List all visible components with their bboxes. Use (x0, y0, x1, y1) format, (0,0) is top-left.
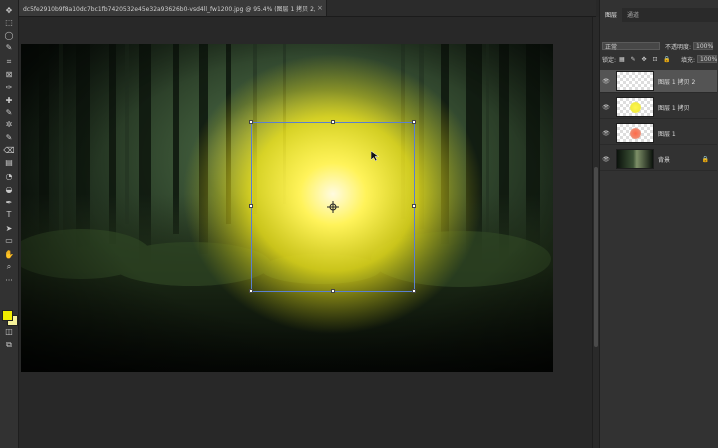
healing-icon[interactable]: ✚ (3, 96, 15, 106)
opacity-label: 不透明度: (665, 43, 692, 51)
blend-mode-select[interactable]: 正常 (602, 42, 660, 51)
quick-select-icon[interactable]: ✎ (3, 43, 15, 53)
lock-row: 锁定: ▦ ✎ ✥ ⊡ 🔒 填充: 100% (602, 54, 717, 64)
fill-field[interactable]: 100% (697, 55, 717, 63)
visibility-eye-icon[interactable]: 👁 (600, 104, 612, 111)
layer-thumbnail (616, 71, 654, 91)
transform-handle-ml[interactable] (249, 204, 253, 208)
blend-mode-value: 正常 (605, 43, 618, 51)
transform-handle-br[interactable] (412, 289, 416, 293)
opacity-field[interactable]: 100% (693, 42, 713, 50)
fill-value: 100% (700, 55, 718, 63)
tab-layers[interactable]: 图层 (600, 8, 623, 22)
transform-handle-tr[interactable] (412, 120, 416, 124)
scrollbar-thumb[interactable] (594, 167, 598, 347)
layers-panel: 图层 通道 正常 不透明度: 100% 锁定: ▦ ✎ ✥ ⊡ 🔒 填充: 10… (599, 0, 718, 448)
blur-icon[interactable]: ◔ (3, 172, 15, 182)
layer-thumbnail (616, 123, 654, 143)
pen-icon[interactable]: ✒ (3, 198, 15, 208)
history-brush-icon[interactable]: ✎ (3, 133, 15, 143)
cursor-icon (371, 151, 379, 161)
panel-tab-bar: 图层 通道 (600, 8, 718, 22)
lasso-icon[interactable]: ◯ (3, 31, 15, 41)
visibility-eye-icon[interactable]: 👁 (600, 130, 612, 137)
document-tab[interactable]: dc5fe2910b9f8a10dc7bc1fb7420532e45e32a93… (19, 0, 327, 16)
layer-thumbnail (616, 149, 654, 169)
more-icon[interactable]: ··· (3, 276, 15, 286)
transform-handle-tl[interactable] (249, 120, 253, 124)
dodge-icon[interactable]: ◒ (3, 185, 15, 195)
type-icon[interactable]: T (3, 210, 15, 220)
layer-thumbnail (616, 97, 654, 117)
visibility-eye-icon[interactable]: 👁 (600, 78, 612, 85)
quick-mask-icon[interactable]: ◫ (3, 327, 15, 337)
layer-row[interactable]: 👁 图层 1 拷贝 (600, 96, 717, 119)
visibility-eye-icon[interactable]: 👁 (600, 156, 612, 163)
screen-mode-icon[interactable]: ⧉ (3, 340, 15, 350)
layer-row[interactable]: 👁 图层 1 (600, 122, 717, 145)
transform-handle-tc[interactable] (331, 120, 335, 124)
vertical-scrollbar[interactable] (592, 17, 599, 448)
move-icon[interactable]: ✥ (3, 6, 15, 16)
fill-label: 填充: (680, 56, 695, 64)
document-title: dc5fe2910b9f8a10dc7bc1fb7420532e45e32a93… (23, 5, 315, 13)
opacity-value: 100% (696, 42, 714, 50)
transform-handle-bl[interactable] (249, 289, 253, 293)
marquee-icon[interactable]: ⬚ (3, 18, 15, 28)
crop-icon[interactable]: ⌗ (3, 57, 15, 67)
canvas-area (19, 17, 592, 448)
brush-icon[interactable]: ✎ (3, 108, 15, 118)
eyedropper-icon[interactable]: ✑ (3, 83, 15, 93)
hand-icon[interactable]: ✋ (3, 250, 15, 260)
layer-name: 图层 1 (658, 130, 676, 138)
document-tab-bar: dc5fe2910b9f8a10dc7bc1fb7420532e45e32a93… (19, 0, 596, 17)
blend-row: 正常 不透明度: 100% (602, 41, 717, 51)
foreground-color-swatch[interactable] (2, 310, 13, 321)
lock-icons[interactable]: ▦ ✎ ✥ ⊡ 🔒 (619, 56, 673, 63)
tools-panel: ✥ ⬚ ◯ ✎ ⌗ ⊠ ✑ ✚ ✎ ✲ ✎ ⌫ ▤ ◔ ◒ ✒ T ➤ ▭ ✋ ⌕ ··· ◫ ⧉ (0, 0, 19, 448)
lock-label: 锁定: (602, 56, 617, 64)
close-icon[interactable]: × (317, 4, 323, 12)
layer-name: 背景 (658, 156, 671, 164)
forest-image (21, 44, 553, 372)
layer-name: 图层 1 拷贝 (658, 104, 690, 112)
eraser-icon[interactable]: ⌫ (3, 146, 15, 156)
lock-icon: 🔒 (701, 155, 709, 163)
layer-row[interactable]: 👁 背景 🔒 (600, 148, 717, 171)
gradient-icon[interactable]: ▤ (3, 158, 15, 168)
tab-channels[interactable]: 通道 (622, 8, 644, 22)
transform-center-icon[interactable] (327, 201, 339, 213)
stamp-icon[interactable]: ✲ (3, 120, 15, 130)
path-select-icon[interactable]: ➤ (3, 224, 15, 234)
transform-handle-mr[interactable] (412, 204, 416, 208)
shape-icon[interactable]: ▭ (3, 236, 15, 246)
zoom-icon[interactable]: ⌕ (3, 262, 15, 272)
image-canvas[interactable] (21, 44, 553, 372)
layer-name: 图层 1 拷贝 2 (658, 78, 696, 86)
frame-icon[interactable]: ⊠ (3, 70, 15, 80)
transform-handle-bc[interactable] (331, 289, 335, 293)
layer-row[interactable]: 👁 图层 1 拷贝 2 (600, 70, 717, 93)
